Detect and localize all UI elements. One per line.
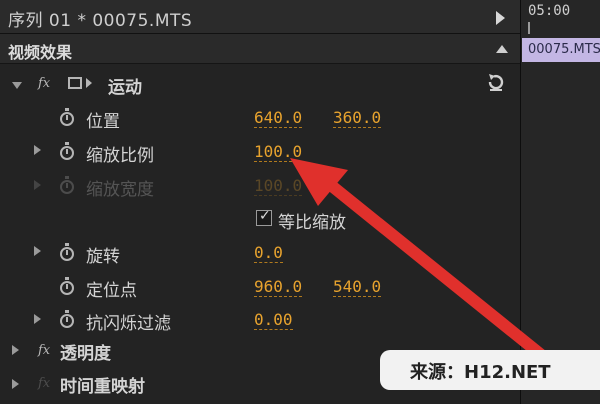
time-remap-fx-icon: fx xyxy=(38,376,51,391)
anti-flicker-stopwatch-icon[interactable] xyxy=(60,310,74,328)
scale-value[interactable]: 100.0 xyxy=(254,143,303,162)
position-x-value[interactable]: 640.0 xyxy=(254,109,303,128)
checkmark-icon: ✓ xyxy=(259,208,271,224)
opacity-label: 透明度 xyxy=(60,344,111,364)
motion-label: 运动 xyxy=(108,78,142,98)
play-icon[interactable] xyxy=(496,11,505,25)
motion-expand-icon[interactable] xyxy=(86,78,92,88)
uniform-scale-checkbox[interactable]: ✓ xyxy=(256,208,272,226)
time-remap-label: 时间重映射 xyxy=(60,377,145,397)
scale-width-label: 缩放宽度 xyxy=(86,180,154,200)
video-effects-header xyxy=(0,34,520,64)
scale-width-disclosure-icon xyxy=(34,180,41,190)
anti-flicker-label: 抗闪烁过滤 xyxy=(86,314,171,334)
anchor-stopwatch-icon[interactable] xyxy=(60,277,74,295)
scale-stopwatch-icon[interactable] xyxy=(60,142,74,160)
anchor-y-value[interactable]: 540.0 xyxy=(333,278,382,297)
video-effects-title: 视频效果 xyxy=(8,43,73,62)
anchor-x-value[interactable]: 960.0 xyxy=(254,278,303,297)
position-label: 位置 xyxy=(86,112,120,132)
collapse-up-icon[interactable] xyxy=(496,45,508,53)
playhead-tick[interactable] xyxy=(528,22,530,34)
scale-label: 缩放比例 xyxy=(86,146,154,166)
anti-flicker-value[interactable]: 0.00 xyxy=(254,311,293,330)
reset-icon[interactable] xyxy=(486,72,506,92)
timecode-label: 05:00 xyxy=(528,3,571,19)
rotation-stopwatch-icon[interactable] xyxy=(60,243,74,261)
rotation-disclosure-icon[interactable] xyxy=(34,246,41,256)
scale-width-stopwatch-icon xyxy=(60,176,74,194)
opacity-fx-icon[interactable]: fx xyxy=(38,343,50,358)
motion-transform-icon[interactable] xyxy=(68,77,82,89)
anchor-label: 定位点 xyxy=(86,281,137,301)
anti-flicker-disclosure-icon[interactable] xyxy=(34,314,41,324)
sequence-title[interactable]: 序列 01 * 00075.MTS xyxy=(8,6,192,31)
scale-width-value: 100.0 xyxy=(254,176,303,196)
position-stopwatch-icon[interactable] xyxy=(60,108,74,126)
position-y-value[interactable]: 360.0 xyxy=(333,109,382,128)
rotation-value[interactable]: 0.0 xyxy=(254,244,283,263)
uniform-scale-label: 等比缩放 xyxy=(278,213,346,233)
scale-disclosure-icon[interactable] xyxy=(34,145,41,155)
opacity-disclosure-icon[interactable] xyxy=(12,345,19,355)
motion-disclosure-icon[interactable] xyxy=(12,82,22,89)
fx-icon[interactable]: fx xyxy=(38,76,50,91)
rotation-label: 旋转 xyxy=(86,247,120,267)
watermark-text: 来源：H12.NET xyxy=(410,362,551,383)
timeline-clip[interactable]: 00075.MTS xyxy=(522,38,600,62)
time-remap-disclosure-icon[interactable] xyxy=(12,379,19,389)
